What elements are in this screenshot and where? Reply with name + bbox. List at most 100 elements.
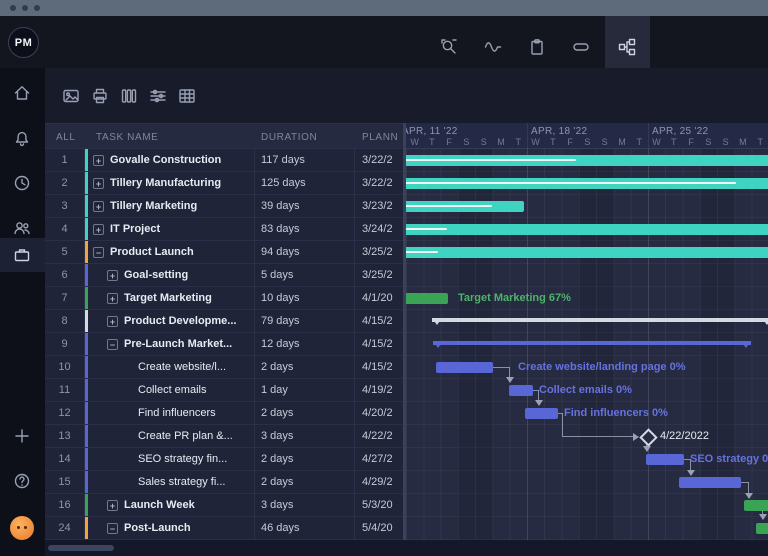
table-row[interactable]: 9− Pre-Launch Market... 12 days 4/15/2 — [45, 333, 405, 356]
activity-icon[interactable] — [484, 38, 502, 56]
horizontal-scrollbar[interactable] — [45, 540, 768, 556]
task-planned-start: 3/25/2 — [362, 246, 393, 258]
task-name-cell[interactable]: + Target Marketing — [85, 287, 255, 309]
table-row[interactable]: 14 SEO strategy fin... 2 days 4/27/2 — [45, 448, 405, 471]
table-row[interactable]: 10 Create website/l... 2 days 4/15/2 — [45, 356, 405, 379]
media-icon[interactable] — [62, 87, 80, 105]
window-dot[interactable] — [34, 5, 40, 11]
task-name-cell[interactable]: + Product Developme... — [85, 310, 255, 332]
table-row[interactable]: 4 + IT Project 83 days 3/24/2 — [45, 218, 405, 241]
table-row[interactable]: 24− Post-Launch 46 days 5/4/20 — [45, 517, 405, 540]
window-dot[interactable] — [10, 5, 16, 11]
task-duration: 94 days — [255, 241, 355, 263]
task-duration: 125 days — [255, 172, 355, 194]
gantt-task-bar[interactable] — [406, 247, 768, 258]
filter-icon[interactable] — [149, 87, 167, 105]
table-row[interactable]: 8 + Product Developme... 79 days 4/15/2 — [45, 310, 405, 333]
table-row[interactable]: 6 + Goal-setting 5 days 3/25/2 — [45, 264, 405, 287]
expand-toggle-icon[interactable]: + — [93, 177, 104, 189]
table-row[interactable]: 16 + Launch Week 3 days 5/3/20 — [45, 494, 405, 517]
task-name-cell[interactable]: SEO strategy fin... — [85, 448, 255, 470]
task-name-cell[interactable]: Create website/l... — [85, 356, 255, 378]
task-name-cell[interactable]: + Launch Week — [85, 494, 255, 516]
column-header-planned[interactable]: PLANN — [362, 132, 398, 143]
gantt-summary-bar[interactable] — [433, 341, 751, 345]
table-row[interactable]: 12 Find influencers 2 days 4/20/2 — [45, 402, 405, 425]
gantt-summary-bar[interactable] — [432, 318, 768, 322]
projects-icon[interactable] — [13, 246, 31, 264]
expand-toggle-icon[interactable]: + — [107, 499, 118, 511]
gantt-task-bar[interactable] — [509, 385, 533, 396]
task-name-cell[interactable]: Create PR plan &... — [85, 425, 255, 447]
task-name-cell[interactable]: − Product Launch — [85, 241, 255, 263]
collapse-toggle-icon[interactable]: − — [93, 246, 104, 258]
zoom-search-icon[interactable] — [440, 38, 458, 56]
gantt-task-bar[interactable] — [744, 500, 768, 511]
pill-link-icon[interactable] — [572, 38, 590, 56]
column-header-duration[interactable]: DURATION — [261, 132, 317, 143]
task-planned-start: 4/29/2 — [362, 476, 393, 488]
scrollbar-thumb[interactable] — [48, 545, 114, 551]
gantt-task-bar[interactable] — [406, 155, 768, 166]
expand-toggle-icon[interactable]: + — [107, 292, 118, 304]
table-row[interactable]: 1 + Govalle Construction 117 days 3/22/2 — [45, 149, 405, 172]
task-name-cell[interactable]: + Goal-setting — [85, 264, 255, 286]
gantt-task-bar[interactable] — [646, 454, 684, 465]
task-planned-start: 3/25/2 — [362, 269, 393, 281]
task-name-cell[interactable]: − Pre-Launch Market... — [85, 333, 255, 355]
workflow-icon[interactable] — [618, 38, 636, 56]
clipboard-icon[interactable] — [528, 38, 546, 56]
table-row[interactable]: 2 + Tillery Manufacturing 125 days 3/22/2 — [45, 172, 405, 195]
gantt-task-bar[interactable] — [525, 408, 558, 419]
table-row[interactable]: 13 Create PR plan &... 3 days 4/22/2 — [45, 425, 405, 448]
app-logo[interactable]: PM — [8, 27, 39, 58]
print-icon[interactable] — [91, 87, 109, 105]
table-row[interactable]: 5− Product Launch 94 days 3/25/2 — [45, 241, 405, 264]
gantt-task-bar[interactable] — [679, 477, 741, 488]
expand-toggle-icon[interactable]: + — [93, 154, 104, 166]
task-planned-start: 3/24/2 — [362, 223, 393, 235]
task-name-cell[interactable]: Sales strategy fi... — [85, 471, 255, 493]
timeline-day-letter: W — [410, 137, 419, 147]
column-header-all[interactable]: ALL — [56, 132, 76, 143]
milestone-diamond[interactable] — [639, 428, 658, 447]
row-number: 9 — [45, 333, 85, 355]
task-name-cell[interactable]: Find influencers — [85, 402, 255, 424]
gantt-chart-area[interactable]: Target Marketing 67% Create website/landi… — [406, 149, 768, 540]
notifications-icon[interactable] — [13, 129, 31, 147]
home-icon[interactable] — [13, 84, 31, 102]
task-name-cell[interactable]: + Govalle Construction — [85, 149, 255, 171]
task-name-cell[interactable]: + IT Project — [85, 218, 255, 240]
task-name-cell[interactable]: + Tillery Marketing — [85, 195, 255, 217]
gantt-task-bar[interactable] — [406, 201, 524, 212]
expand-toggle-icon[interactable]: + — [107, 269, 118, 281]
columns-icon[interactable] — [120, 87, 138, 105]
gantt-task-bar[interactable] — [406, 224, 768, 235]
task-name-cell[interactable]: Collect emails — [85, 379, 255, 401]
team-icon[interactable] — [13, 219, 31, 237]
table-row[interactable]: 15 Sales strategy fi... 2 days 4/29/2 — [45, 471, 405, 494]
gantt-task-bar[interactable] — [436, 362, 493, 373]
task-name-cell[interactable]: + Tillery Manufacturing — [85, 172, 255, 194]
window-dot[interactable] — [22, 5, 28, 11]
table-row[interactable]: 11 Collect emails 1 day 4/19/2 — [45, 379, 405, 402]
task-name-cell[interactable]: − Post-Launch — [85, 517, 255, 539]
row-number: 13 — [45, 425, 85, 447]
gantt-task-bar[interactable] — [406, 178, 768, 189]
column-header-name[interactable]: TASK NAME — [96, 132, 158, 143]
collapse-toggle-icon[interactable]: − — [107, 338, 118, 350]
gantt-task-bar[interactable] — [406, 293, 448, 304]
user-avatar[interactable] — [10, 516, 34, 540]
recent-icon[interactable] — [13, 174, 31, 192]
table-row[interactable]: 3 + Tillery Marketing 39 days 3/23/2 — [45, 195, 405, 218]
expand-toggle-icon[interactable]: + — [93, 223, 104, 235]
task-planned-start: 5/4/20 — [362, 522, 393, 534]
table-row[interactable]: 7 + Target Marketing 10 days 4/1/20 — [45, 287, 405, 310]
table-icon[interactable] — [178, 87, 196, 105]
gantt-task-bar[interactable] — [756, 523, 768, 534]
help-icon[interactable] — [13, 472, 31, 490]
expand-toggle-icon[interactable]: + — [107, 315, 118, 327]
expand-toggle-icon[interactable]: + — [93, 200, 104, 212]
add-icon[interactable] — [13, 427, 31, 445]
collapse-toggle-icon[interactable]: − — [107, 522, 118, 534]
